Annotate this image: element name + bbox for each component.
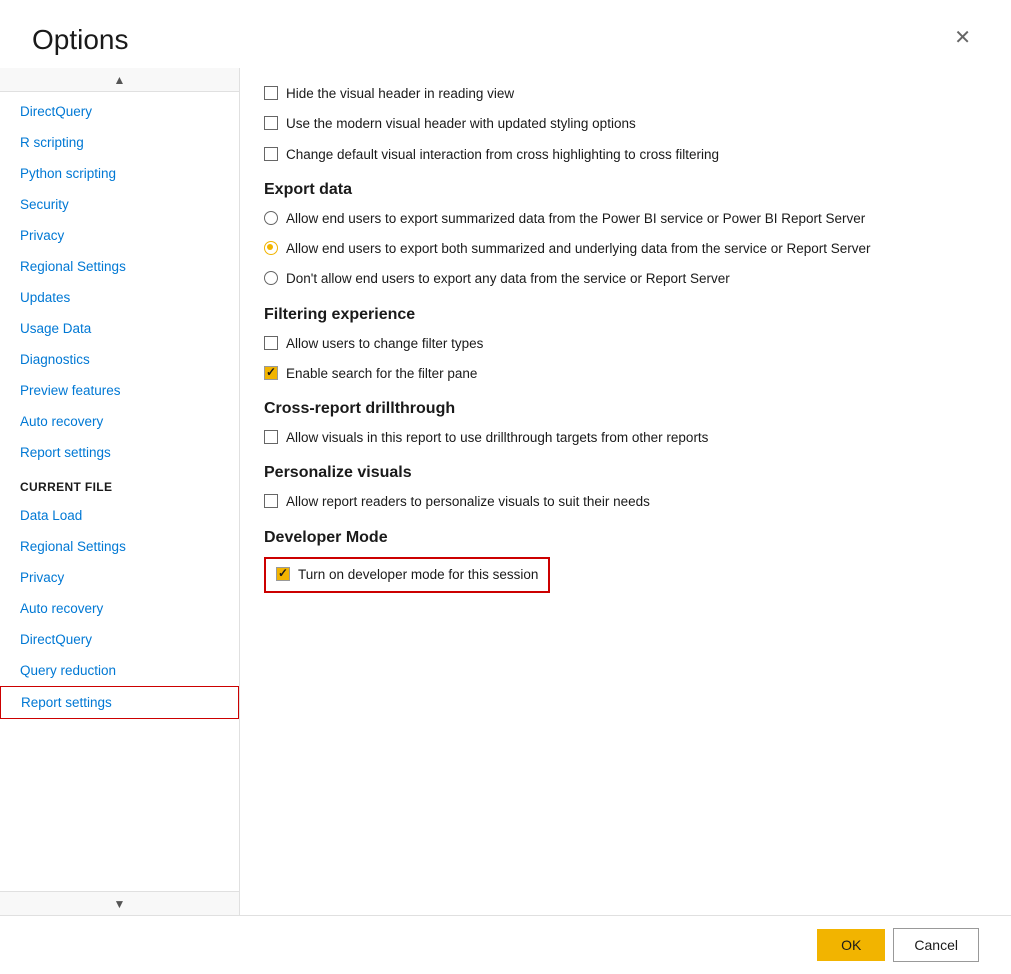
option-label-drillthrough: Allow visuals in this report to use dril… bbox=[286, 428, 708, 448]
sidebar-section-current-file: CURRENT FILE bbox=[0, 468, 239, 500]
checkbox-cross-interaction[interactable] bbox=[264, 147, 278, 161]
option-label-cross-interaction: Change default visual interaction from c… bbox=[286, 145, 719, 165]
drillthrough-section: Cross-report drillthrough Allow visuals … bbox=[264, 400, 979, 448]
option-label-personalize: Allow report readers to personalize visu… bbox=[286, 492, 650, 512]
option-label-export-summarized: Allow end users to export summarized dat… bbox=[286, 209, 865, 229]
radio-export-none[interactable] bbox=[264, 271, 278, 285]
sidebar-item-report-settings-global[interactable]: Report settings bbox=[0, 437, 239, 468]
option-label-export-both: Allow end users to export both summarize… bbox=[286, 239, 871, 259]
content-scroll: Hide the visual header in reading view U… bbox=[240, 68, 1011, 915]
sidebar: ▲ DirectQuery R scripting Python scripti… bbox=[0, 68, 240, 915]
option-label-hide-header: Hide the visual header in reading view bbox=[286, 84, 514, 104]
checkbox-filter-search[interactable] bbox=[264, 366, 278, 380]
option-row-change-filter-types: Allow users to change filter types bbox=[264, 334, 979, 354]
option-label-export-none: Don't allow end users to export any data… bbox=[286, 269, 730, 289]
export-data-section: Export data Allow end users to export su… bbox=[264, 181, 979, 290]
option-label-modern-header: Use the modern visual header with update… bbox=[286, 114, 636, 134]
option-row-personalize: Allow report readers to personalize visu… bbox=[264, 492, 979, 512]
option-label-change-filter-types: Allow users to change filter types bbox=[286, 334, 483, 354]
filtering-section: Filtering experience Allow users to chan… bbox=[264, 306, 979, 385]
checkbox-change-filter-types[interactable] bbox=[264, 336, 278, 350]
developer-mode-title: Developer Mode bbox=[264, 529, 979, 547]
export-data-title: Export data bbox=[264, 181, 979, 199]
sidebar-item-updates[interactable]: Updates bbox=[0, 282, 239, 313]
personalize-title: Personalize visuals bbox=[264, 464, 979, 482]
sidebar-item-privacy-file[interactable]: Privacy bbox=[0, 562, 239, 593]
dialog-footer: OK Cancel bbox=[0, 915, 1011, 974]
checkbox-personalize[interactable] bbox=[264, 494, 278, 508]
checkbox-drillthrough[interactable] bbox=[264, 430, 278, 444]
dialog-header: Options ✕ bbox=[0, 0, 1011, 68]
options-dialog: Options ✕ ▲ DirectQuery R scripting Pyth… bbox=[0, 0, 1011, 974]
radio-export-summarized[interactable] bbox=[264, 211, 278, 225]
sidebar-item-usage-data[interactable]: Usage Data bbox=[0, 313, 239, 344]
sidebar-item-auto-recovery[interactable]: Auto recovery bbox=[0, 406, 239, 437]
option-row-hide-header: Hide the visual header in reading view bbox=[264, 84, 979, 104]
content-area: Hide the visual header in reading view U… bbox=[240, 68, 1011, 915]
visual-options-section: Hide the visual header in reading view U… bbox=[264, 84, 979, 165]
sidebar-item-diagnostics[interactable]: Diagnostics bbox=[0, 344, 239, 375]
developer-mode-box: Turn on developer mode for this session bbox=[264, 557, 550, 593]
sidebar-item-regional-settings-file[interactable]: Regional Settings bbox=[0, 531, 239, 562]
ok-button[interactable]: OK bbox=[817, 929, 885, 961]
option-label-filter-search: Enable search for the filter pane bbox=[286, 364, 477, 384]
checkbox-developer-mode[interactable] bbox=[276, 567, 290, 581]
sidebar-item-regional-settings[interactable]: Regional Settings bbox=[0, 251, 239, 282]
dialog-title: Options bbox=[32, 24, 129, 56]
option-row-export-summarized: Allow end users to export summarized dat… bbox=[264, 209, 979, 229]
checkbox-modern-header[interactable] bbox=[264, 116, 278, 130]
sidebar-item-security[interactable]: Security bbox=[0, 189, 239, 220]
option-row-drillthrough: Allow visuals in this report to use dril… bbox=[264, 428, 979, 448]
option-row-export-none: Don't allow end users to export any data… bbox=[264, 269, 979, 289]
sidebar-item-report-settings-file[interactable]: Report settings bbox=[0, 686, 239, 719]
sidebar-item-query-reduction[interactable]: Query reduction bbox=[0, 655, 239, 686]
sidebar-item-directquery[interactable]: DirectQuery bbox=[0, 96, 239, 127]
sidebar-scroll-down[interactable]: ▼ bbox=[0, 891, 239, 915]
option-row-modern-header: Use the modern visual header with update… bbox=[264, 114, 979, 134]
sidebar-scroll-area: DirectQuery R scripting Python scripting… bbox=[0, 92, 239, 891]
sidebar-item-data-load[interactable]: Data Load bbox=[0, 500, 239, 531]
developer-mode-section: Developer Mode Turn on developer mode fo… bbox=[264, 529, 979, 603]
option-row-cross-interaction: Change default visual interaction from c… bbox=[264, 145, 979, 165]
sidebar-item-preview-features[interactable]: Preview features bbox=[0, 375, 239, 406]
dialog-body: ▲ DirectQuery R scripting Python scripti… bbox=[0, 68, 1011, 915]
radio-export-both[interactable] bbox=[264, 241, 278, 255]
cancel-button[interactable]: Cancel bbox=[893, 928, 979, 962]
sidebar-item-auto-recovery-file[interactable]: Auto recovery bbox=[0, 593, 239, 624]
drillthrough-title: Cross-report drillthrough bbox=[264, 400, 979, 418]
sidebar-item-directquery-file[interactable]: DirectQuery bbox=[0, 624, 239, 655]
option-label-developer-mode: Turn on developer mode for this session bbox=[298, 565, 538, 585]
personalize-section: Personalize visuals Allow report readers… bbox=[264, 464, 979, 512]
close-button[interactable]: ✕ bbox=[946, 24, 979, 52]
sidebar-item-privacy[interactable]: Privacy bbox=[0, 220, 239, 251]
sidebar-item-r-scripting[interactable]: R scripting bbox=[0, 127, 239, 158]
option-row-export-both: Allow end users to export both summarize… bbox=[264, 239, 979, 259]
sidebar-scroll-up[interactable]: ▲ bbox=[0, 68, 239, 92]
sidebar-item-python-scripting[interactable]: Python scripting bbox=[0, 158, 239, 189]
option-row-filter-search: Enable search for the filter pane bbox=[264, 364, 979, 384]
filtering-title: Filtering experience bbox=[264, 306, 979, 324]
checkbox-hide-header[interactable] bbox=[264, 86, 278, 100]
